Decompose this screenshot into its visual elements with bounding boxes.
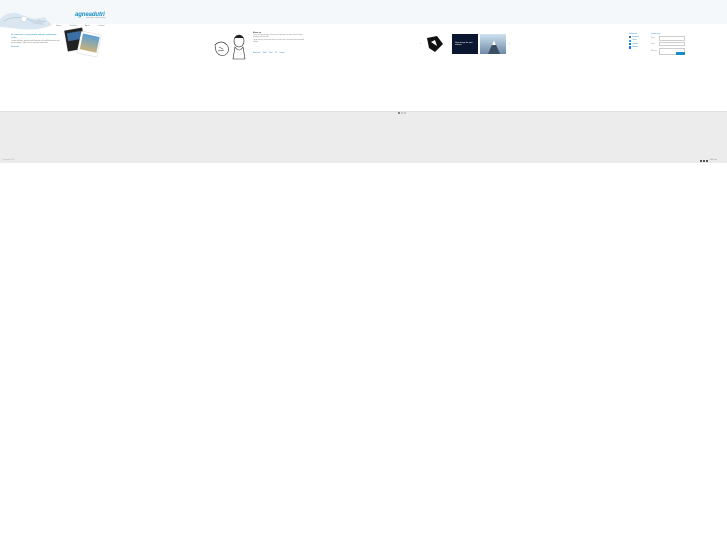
nav-item-portfolio[interactable]: Portfolio [69,25,76,27]
footer-back-to-top-link[interactable]: Back to top [710,160,717,161]
footer-twitter-icon[interactable] [703,159,705,162]
about-link-skills[interactable]: Skills [263,53,267,54]
name-input[interactable] [659,36,685,41]
footer-bar [0,159,727,163]
send-button[interactable]: Send [676,52,685,55]
intro-section: Hi, welcome to my portfolio website and … [11,34,61,48]
footer-copyright: © agneadutri 2012 [2,160,15,161]
footer-facebook-icon[interactable] [700,159,702,162]
designer-caricature [214,34,246,60]
social-label-behance: Behance [632,46,639,48]
abstract-art-icon [427,36,443,52]
nav-item-home[interactable]: Home [56,25,61,27]
nav-item-about[interactable]: About [85,25,90,27]
about-link-tools[interactable]: Tools [269,53,273,54]
portfolio-thumb-1[interactable] [423,34,449,54]
email-label: Email [651,43,655,45]
about-link-contact[interactable]: Contact [280,53,285,54]
behance-icon [629,46,632,49]
portfolio-thumb-3[interactable] [480,34,506,54]
twitter-icon [629,39,632,42]
carousel-next-icon[interactable]: › [509,42,511,45]
intro-title: Hi, welcome to my portfolio website and … [11,34,57,39]
carousel-prev-icon[interactable]: ‹ [420,42,422,45]
social-item-behance[interactable]: Behance [629,46,649,49]
header-illustration [0,12,52,30]
linkedin-icon [629,42,632,46]
social-label-facebook: Facebook [632,36,639,38]
intro-text: I create websites, graphics and illustra… [11,41,60,45]
header-bar [0,0,727,24]
intro-read-more-link[interactable]: Read more » [11,47,61,48]
contact-field-name: Name [651,36,685,41]
pager-dot-1[interactable] [398,112,400,114]
name-label: Name [651,37,655,39]
about-paragraph-2: I enjoy working closely with clients to … [253,39,305,43]
email-input[interactable] [659,41,685,47]
slider-pager [398,112,406,114]
facebook-icon [629,36,632,39]
message-label: Message [651,50,657,52]
mountain-photo-icon [488,40,500,54]
content-band [0,111,727,162]
footer-social: Back to top [700,159,717,162]
about-paragraph-1: I am a freelance designer with years of … [253,34,303,38]
social-section: Follow me Facebook Twitter LinkedIn Beha… [629,33,649,49]
contact-field-email: Email [651,41,685,47]
about-link-read-more[interactable]: Read more [253,53,260,54]
social-label-twitter: Twitter [632,40,637,42]
pager-dot-2[interactable] [401,112,403,114]
social-label-linkedin: LinkedIn [632,43,638,45]
social-item-facebook[interactable]: Facebook [629,36,649,39]
portfolio-carousel: ‹ New design for your website › [420,34,512,54]
portfolio-thumb-2-caption: New design for your website [455,42,473,47]
featured-photo-front [76,31,102,57]
nav-item-contact[interactable]: Contact [98,25,105,27]
portfolio-thumb-2[interactable]: New design for your website [452,34,478,54]
about-section: About me I am a freelance designer with … [253,32,305,44]
about-link-cv[interactable]: CV [275,53,277,54]
contact-heading: Contact me [651,33,661,35]
pager-dot-3[interactable] [404,112,406,114]
social-heading: Follow me [629,33,638,35]
site-tagline: web design · graphic design [86,18,106,19]
about-links: Read more Skills Tools CV Contact [253,53,285,54]
social-item-linkedin[interactable]: LinkedIn [629,42,649,46]
social-item-twitter[interactable]: Twitter [629,39,649,42]
main-nav: Home Portfolio About Contact [56,25,105,27]
footer-rss-icon[interactable] [706,159,708,162]
